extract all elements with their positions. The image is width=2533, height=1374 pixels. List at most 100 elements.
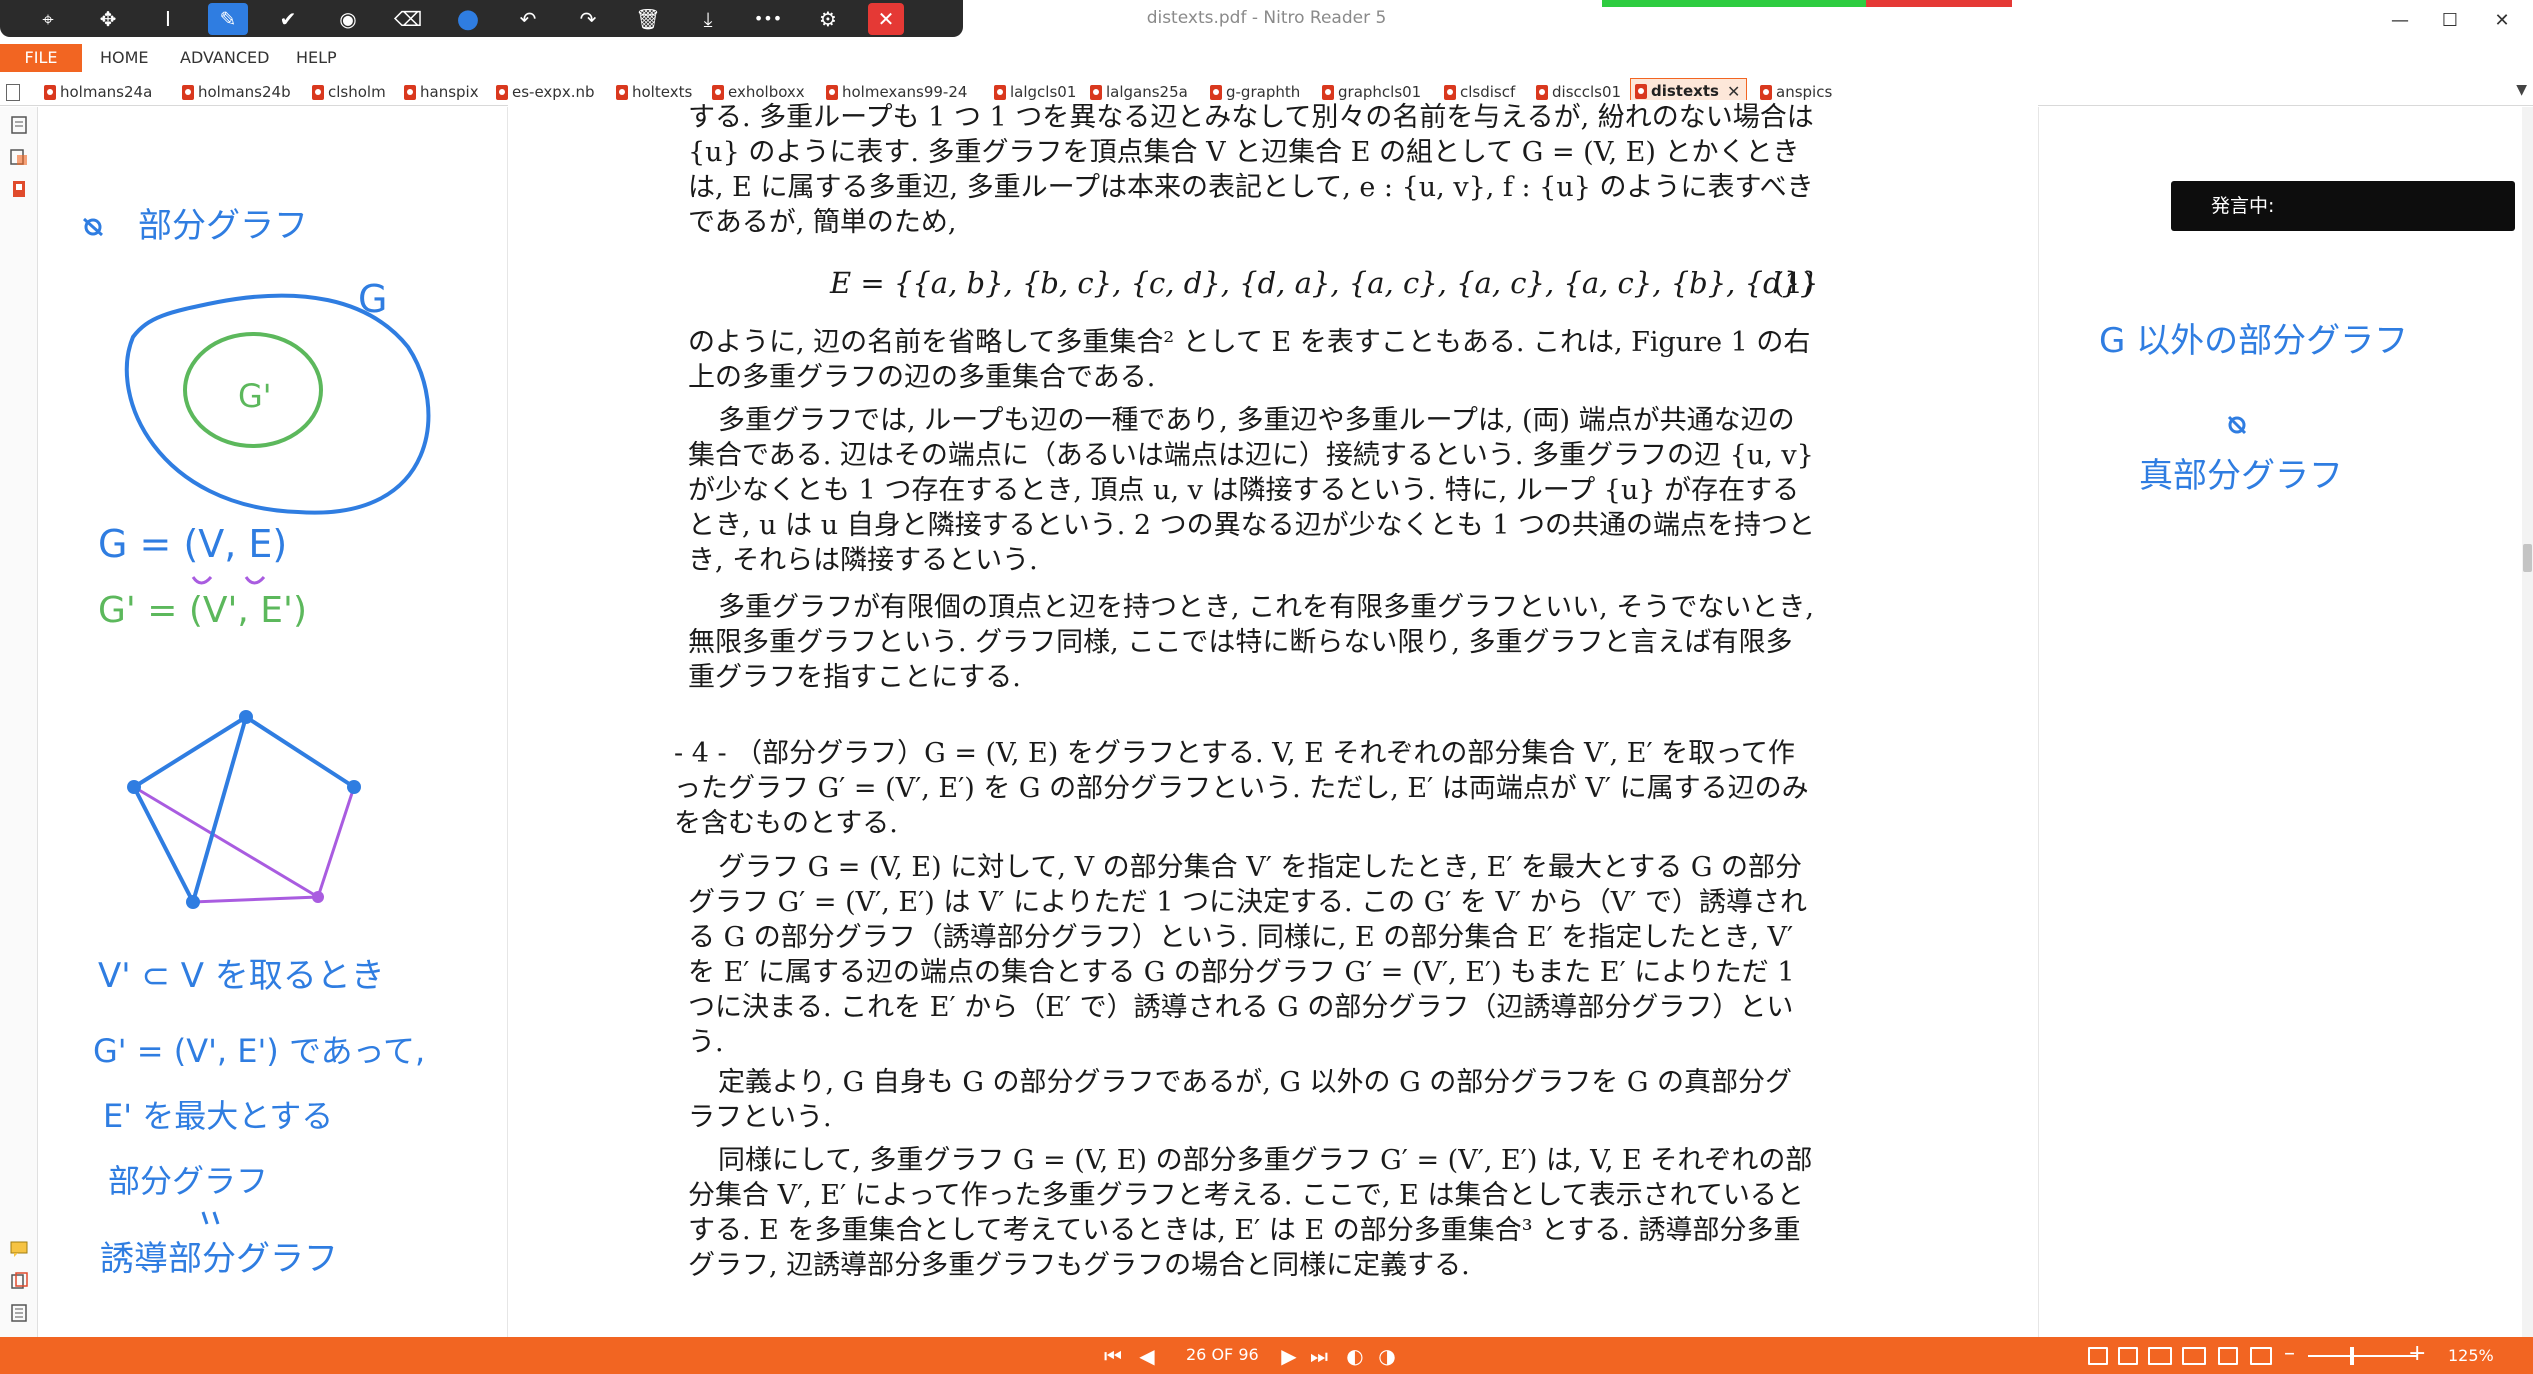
attachments-panel-icon[interactable] [9,147,29,167]
equation-1: E = {{a, b}, {b, c}, {c, d}, {d, a}, {a,… [830,266,1819,300]
pdf-icon [1760,84,1772,100]
handwritten-annotations-right: G 以外の部分グラフ 真部分グラフ [2099,321,2408,496]
left-annotation-margin: 部分グラフ G G' G = (V, E) G' = (V', E') V' ⊂… [38,107,508,1337]
tab-hanspix[interactable]: hanspix [404,80,479,104]
pages-panel-icon[interactable] [9,115,29,135]
paragraph-adjacency: 多重グラフでは, ループも辺の一種であり, 多重辺や多重ループは, (両) 端点… [688,405,1815,576]
graph-sketch [127,710,361,909]
g-definition: G = (V, E) [98,522,287,566]
signatures-panel-icon[interactable] [9,1303,29,1323]
pdf-page: する. 多重ループも 1 つ 1 つを異なる辺とみなして別々の名前を与えるが, … [508,100,2038,1337]
single-page-view-icon[interactable] [2088,1347,2108,1365]
previous-page-icon[interactable]: ◀ [1134,1343,1160,1369]
equation-number: (1) [1773,266,1815,300]
bottom-status-bar: ⏮ ◀ 26 OF 96 ▶ ⏭ ◐ ◑ – + 125% [0,1337,2533,1374]
zoom-level[interactable]: 125% [2448,1346,2494,1365]
handwritten-note-5: 誘導部分グラフ [100,1239,338,1279]
tab-clsholm[interactable]: clsholm [312,80,386,104]
pdf-icon [616,84,628,100]
menu-help[interactable]: HELP [296,44,337,72]
heading-bullet-icon [83,217,103,237]
menu-bar: FILE HOME ADVANCED HELP [0,44,2533,72]
next-page-icon[interactable]: ▶ [1276,1343,1302,1369]
menu-advanced[interactable]: ADVANCED [180,44,269,72]
paragraph-induced-subgraph: グラフ G = (V, E) に対して, V の部分集合 V′ を指定したとき,… [688,852,1807,1058]
pdf-icon [1635,83,1647,99]
pen-tool-icon[interactable]: ✎ [208,2,248,35]
undo-icon[interactable]: ↶ [508,3,548,35]
handwritten-note-3: E' を最大とする [103,1097,333,1135]
recording-progress-red [1866,0,2012,7]
vertical-scrollbar[interactable] [2522,107,2533,1337]
highlighter-tool-icon[interactable]: ◉ [328,3,368,35]
tab-holmans24b[interactable]: holmans24b [182,80,291,104]
paragraph-proper-subgraph: 定義より, G 自身も G の部分グラフであるが, G 以外の G の部分グラフ… [688,1067,1793,1133]
pdf-icon [1090,84,1102,100]
pdf-icon [182,84,194,100]
more-options-icon[interactable]: ••• [748,3,788,35]
fit-page-icon[interactable] [2218,1347,2238,1365]
pdf-icon [1322,84,1334,100]
delete-icon[interactable]: 🗑 [628,3,668,35]
back-view-icon[interactable]: ◐ [1342,1343,1368,1369]
inner-set-label: G' [238,377,272,415]
continuous-view-icon[interactable] [2118,1347,2138,1365]
zoom-slider-handle[interactable] [2350,1347,2354,1365]
paragraph-sub-multigraph: 同様にして, 多重グラフ G = (V, E) の部分多重グラフ G′ = (V… [688,1145,1813,1281]
text-tool-icon[interactable]: I [148,3,188,35]
redo-icon[interactable]: ↷ [568,3,608,35]
pdf-icon [826,84,838,100]
pan-tool-icon[interactable]: ✥ [88,3,128,35]
pdf-icon [712,84,724,100]
ink-toolbar: ⌖ ✥ I ✎ ✔ ◉ ⌫ ● ↶ ↷ 🗑 ⤓ ••• ⚙ ✕ [0,0,963,37]
equals-mark [201,1211,220,1225]
facing-view-icon[interactable] [2148,1347,2172,1365]
bookmarks-panel-icon[interactable] [9,179,29,199]
new-tab-icon[interactable] [6,80,20,104]
comments-panel-icon[interactable] [9,1239,29,1259]
handwritten-note-1: V' ⊂ V を取るとき [98,956,385,996]
pdf-icon [1536,84,1548,100]
first-page-icon[interactable]: ⏮ [1100,1343,1126,1369]
handwritten-note-2: G' = (V', E') であって, [93,1032,425,1070]
subset-marks [191,575,266,585]
menu-home[interactable]: HOME [100,44,149,72]
handwritten-right-line-2: 真部分グラフ [2139,456,2343,496]
zoom-in-button[interactable]: + [2408,1341,2426,1366]
forward-view-icon[interactable]: ◑ [1374,1343,1400,1369]
last-page-icon[interactable]: ⏭ [1306,1343,1332,1369]
pdf-icon [1444,84,1456,100]
pdf-icon [312,84,324,100]
zoom-slider[interactable] [2308,1355,2418,1357]
fit-width-icon[interactable] [2250,1347,2272,1365]
paragraph-finite-multigraph: 多重グラフが有限個の頂点と辺を持つとき, これを有限多重グラフといい, そうでな… [688,592,1814,693]
save-ink-icon[interactable]: ⤓ [688,3,728,35]
eraser-tool-icon[interactable]: ⌫ [388,3,428,35]
select-tool-icon[interactable]: ⌖ [28,3,68,35]
scrollbar-thumb[interactable] [2523,544,2532,572]
pdf-icon [44,84,56,100]
outer-set-label: G [358,277,387,321]
tab-overflow-chevron-icon[interactable]: ▼ [2516,82,2527,98]
pdf-icon [404,84,416,100]
ink-settings-icon[interactable]: ⚙ [808,3,848,35]
facing-continuous-view-icon[interactable] [2182,1347,2206,1365]
handwritten-note-4: 部分グラフ [108,1162,268,1200]
handwritten-annotations-left: 部分グラフ G G' G = (V, E) G' = (V', E') V' ⊂… [83,206,431,1279]
g-prime-definition: G' = (V', E') [98,590,307,631]
zoom-out-button[interactable]: – [2284,1341,2295,1366]
menu-file[interactable]: FILE [0,44,82,72]
maximize-button[interactable]: ☐ [2420,0,2480,40]
check-tool-icon[interactable]: ✔ [268,3,308,35]
close-tab-icon[interactable]: ✕ [1727,82,1740,101]
left-side-panel [0,107,38,1337]
page-indicator[interactable]: 26 OF 96 [1186,1345,1259,1364]
pdf-icon [496,84,508,100]
close-window-button[interactable]: ✕ [2472,0,2532,40]
close-toolbar-icon[interactable]: ✕ [868,2,904,35]
layers-panel-icon[interactable] [9,1271,29,1291]
color-picker-icon[interactable]: ● [448,3,488,35]
tab-holmans24a[interactable]: holmans24a [44,80,152,104]
paragraph-multiset: のように, 辺の名前を省略して多重集合² として E を表すこともある. これは… [688,327,1811,393]
right-annotation-margin: 発言中: G 以外の部分グラフ 真部分グラフ [2038,107,2522,1337]
